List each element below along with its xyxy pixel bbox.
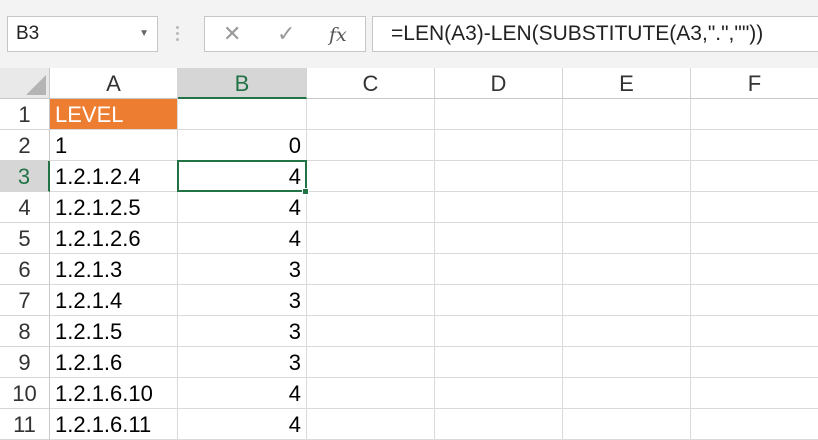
cell-f8[interactable] — [691, 316, 818, 347]
cell-c7[interactable] — [307, 285, 435, 316]
cell-c11[interactable] — [307, 409, 435, 440]
cell-d5[interactable] — [435, 223, 563, 254]
row-header-6[interactable]: 6 — [0, 254, 50, 285]
cell-c6[interactable] — [307, 254, 435, 285]
cell-b1[interactable] — [178, 99, 307, 130]
cell-e2[interactable] — [563, 130, 691, 161]
cell-f4[interactable] — [691, 192, 818, 223]
cell-d1[interactable] — [435, 99, 563, 130]
row-header-10[interactable]: 10 — [0, 378, 50, 409]
cell-f5[interactable] — [691, 223, 818, 254]
cell-c5[interactable] — [307, 223, 435, 254]
insert-function-icon[interactable]: fx — [329, 21, 347, 49]
column-header-f[interactable]: F — [691, 68, 818, 99]
cell-b6[interactable]: 3 — [178, 254, 307, 285]
cell-a4[interactable]: 1.2.1.2.5 — [50, 192, 178, 223]
cell-a1[interactable]: LEVEL — [50, 99, 178, 130]
row-header-1[interactable]: 1 — [0, 99, 50, 130]
cell-e10[interactable] — [563, 378, 691, 409]
cell-b10[interactable]: 4 — [178, 378, 307, 409]
cell-e7[interactable] — [563, 285, 691, 316]
cell-d2[interactable] — [435, 130, 563, 161]
cell-c4[interactable] — [307, 192, 435, 223]
chevron-down-icon[interactable]: ▼ — [139, 17, 149, 51]
row-header-7[interactable]: 7 — [0, 285, 50, 316]
cell-b8[interactable]: 3 — [178, 316, 307, 347]
cell-d3[interactable] — [435, 161, 563, 192]
cell-e1[interactable] — [563, 99, 691, 130]
cell-b11[interactable]: 4 — [178, 409, 307, 440]
row-header-11[interactable]: 11 — [0, 409, 50, 440]
select-all-triangle-icon — [26, 75, 46, 95]
formula-buttons: ✕ ✓ fx — [204, 16, 366, 52]
cell-b2[interactable]: 0 — [178, 130, 307, 161]
select-all-button[interactable] — [0, 68, 50, 99]
cell-a11[interactable]: 1.2.1.6.11 — [50, 409, 178, 440]
cell-b3[interactable]: 4 — [178, 161, 307, 192]
cell-f7[interactable] — [691, 285, 818, 316]
cell-a7[interactable]: 1.2.1.4 — [50, 285, 178, 316]
cell-f2[interactable] — [691, 130, 818, 161]
cell-a2[interactable]: 1 — [50, 130, 178, 161]
cell-a6[interactable]: 1.2.1.3 — [50, 254, 178, 285]
row-header-8[interactable]: 8 — [0, 316, 50, 347]
row-header-9[interactable]: 9 — [0, 347, 50, 378]
cell-e5[interactable] — [563, 223, 691, 254]
cell-b7[interactable]: 3 — [178, 285, 307, 316]
cell-a10[interactable]: 1.2.1.6.10 — [50, 378, 178, 409]
cell-e6[interactable] — [563, 254, 691, 285]
cell-e11[interactable] — [563, 409, 691, 440]
cell-d8[interactable] — [435, 316, 563, 347]
column-header-a[interactable]: A — [50, 68, 178, 99]
column-header-b[interactable]: B — [178, 68, 307, 99]
drag-handle-icon[interactable] — [176, 26, 180, 42]
name-box[interactable]: B3 ▼ — [7, 16, 158, 52]
cancel-icon[interactable]: ✕ — [223, 20, 241, 48]
cell-c10[interactable] — [307, 378, 435, 409]
cell-f6[interactable] — [691, 254, 818, 285]
cell-d9[interactable] — [435, 347, 563, 378]
name-box-value: B3 — [16, 23, 40, 44]
cell-f1[interactable] — [691, 99, 818, 130]
cell-d4[interactable] — [435, 192, 563, 223]
row-header-3[interactable]: 3 — [0, 161, 50, 192]
cell-c1[interactable] — [307, 99, 435, 130]
fill-handle[interactable] — [302, 188, 309, 195]
cell-f10[interactable] — [691, 378, 818, 409]
cell-e4[interactable] — [563, 192, 691, 223]
cell-a5[interactable]: 1.2.1.2.6 — [50, 223, 178, 254]
column-header-c[interactable]: C — [307, 68, 435, 99]
cell-a3[interactable]: 1.2.1.2.4 — [50, 161, 178, 192]
cell-a8[interactable]: 1.2.1.5 — [50, 316, 178, 347]
cell-d10[interactable] — [435, 378, 563, 409]
cell-f9[interactable] — [691, 347, 818, 378]
enter-icon[interactable]: ✓ — [277, 20, 295, 48]
cell-c3[interactable] — [307, 161, 435, 192]
cell-e9[interactable] — [563, 347, 691, 378]
cell-c2[interactable] — [307, 130, 435, 161]
cell-e8[interactable] — [563, 316, 691, 347]
cell-f3[interactable] — [691, 161, 818, 192]
cell-d7[interactable] — [435, 285, 563, 316]
formula-input[interactable]: =LEN(A3)-LEN(SUBSTITUTE(A3,".","")) — [372, 16, 818, 52]
cell-c8[interactable] — [307, 316, 435, 347]
cell-f11[interactable] — [691, 409, 818, 440]
cell-b9[interactable]: 3 — [178, 347, 307, 378]
cell-b4[interactable]: 4 — [178, 192, 307, 223]
row-header-5[interactable]: 5 — [0, 223, 50, 254]
column-header-e[interactable]: E — [563, 68, 691, 99]
cell-a9[interactable]: 1.2.1.6 — [50, 347, 178, 378]
formula-bar-area: B3 ▼ ✕ ✓ fx =LEN(A3)-LEN(SUBSTITUTE(A3,"… — [0, 0, 818, 68]
column-header-d[interactable]: D — [435, 68, 563, 99]
row-header-2[interactable]: 2 — [0, 130, 50, 161]
cell-d6[interactable] — [435, 254, 563, 285]
cell-d11[interactable] — [435, 409, 563, 440]
row-header-4[interactable]: 4 — [0, 192, 50, 223]
cell-b5[interactable]: 4 — [178, 223, 307, 254]
cell-e3[interactable] — [563, 161, 691, 192]
cell-c9[interactable] — [307, 347, 435, 378]
